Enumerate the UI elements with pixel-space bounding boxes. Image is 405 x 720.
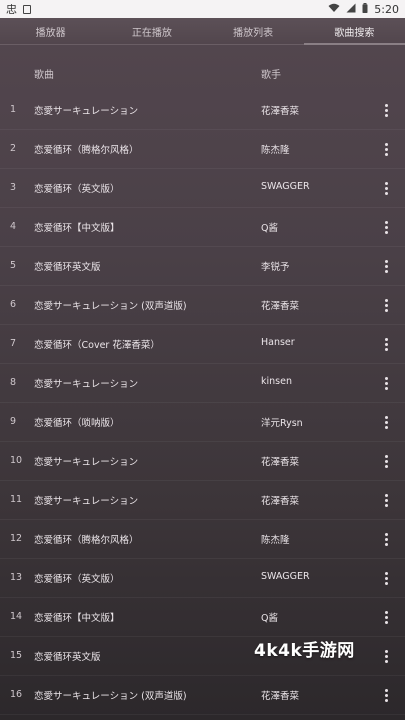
song-title: 恋愛サーキュレーション: [34, 457, 139, 468]
status-bar: 忠 5:20: [0, 0, 405, 18]
song-row[interactable]: 8 恋愛サーキュレーション kinsen: [0, 364, 405, 403]
song-row[interactable]: 16 恋愛サーキュレーション (双声道版) 花澤香菜: [0, 676, 405, 715]
song-title: 恋愛サーキュレーション: [34, 496, 139, 507]
song-index: 3: [10, 182, 17, 193]
more-options-icon[interactable]: [378, 140, 394, 158]
more-options-icon[interactable]: [378, 491, 394, 509]
song-artist: kinsen: [261, 376, 292, 387]
tab-player[interactable]: 播放器: [0, 18, 101, 44]
signal-icon: [346, 3, 356, 15]
song-row[interactable]: 12 恋爱循环（腾格尔风格） 陈杰隆: [0, 520, 405, 559]
song-index: 16: [10, 689, 23, 700]
song-title: 恋愛サーキュレーション (双声道版): [34, 301, 187, 312]
app-notification-icon: 忠: [6, 2, 17, 16]
song-title: 恋爱循环（腾格尔风格）: [34, 535, 139, 546]
more-options-icon[interactable]: [378, 452, 394, 470]
song-row[interactable]: 11 恋愛サーキュレーション 花澤香菜: [0, 481, 405, 520]
song-row[interactable]: 3 恋爱循环（英文版） SWAGGER: [0, 169, 405, 208]
song-title: 恋爱循环（英文版）: [34, 574, 120, 585]
more-options-icon[interactable]: [378, 257, 394, 275]
song-row[interactable]: 2 恋爱循环（腾格尔风格） 陈杰隆: [0, 130, 405, 169]
song-index: 15: [10, 650, 23, 661]
watermark-text: 4k4k手游网: [254, 641, 355, 661]
song-row[interactable]: 9 恋爱循环（唢呐版） 洋元Rysn: [0, 403, 405, 442]
song-index: 8: [10, 377, 17, 388]
song-artist: SWAGGER: [261, 181, 310, 192]
song-index: 1: [10, 104, 17, 115]
song-artist: Q酱: [261, 613, 278, 624]
song-artist: 花澤香菜: [261, 496, 300, 507]
song-artist: 陈杰隆: [261, 535, 290, 546]
song-index: 14: [10, 611, 23, 622]
song-row[interactable]: 1 恋愛サーキュレーション 花澤香菜: [0, 91, 405, 130]
song-row[interactable]: 6 恋愛サーキュレーション (双声道版) 花澤香菜: [0, 286, 405, 325]
battery-icon: [362, 3, 368, 15]
more-options-icon[interactable]: [378, 179, 394, 197]
list-header: 歌曲 歌手: [0, 62, 405, 82]
more-options-icon[interactable]: [378, 101, 394, 119]
song-index: 12: [10, 533, 23, 544]
song-index: 9: [10, 416, 17, 427]
song-index: 10: [10, 455, 23, 466]
more-options-icon[interactable]: [378, 413, 394, 431]
song-index: 6: [10, 299, 17, 310]
more-options-icon[interactable]: [378, 647, 394, 665]
song-title: 恋愛サーキュレーション (双声道版): [34, 691, 187, 702]
header-artist: 歌手: [261, 70, 281, 81]
wifi-icon: [328, 3, 340, 15]
tab-song-search[interactable]: 歌曲搜索: [303, 18, 405, 45]
song-title: 恋爱循环（腾格尔风格）: [34, 145, 139, 156]
more-options-icon[interactable]: [378, 335, 394, 353]
more-options-icon[interactable]: [378, 608, 394, 626]
notification-box-icon: [23, 4, 31, 14]
song-title: 恋爱循环【中文版】: [34, 223, 120, 234]
more-options-icon[interactable]: [378, 569, 394, 587]
song-title: 恋爱循环（Cover 花澤香菜）: [34, 340, 160, 351]
tab-now-playing[interactable]: 正在播放: [101, 18, 202, 44]
more-options-icon[interactable]: [378, 530, 394, 548]
song-title: 恋爱循环（英文版）: [34, 184, 120, 195]
song-index: 5: [10, 260, 17, 271]
song-artist: 陈杰隆: [261, 145, 290, 156]
more-options-icon[interactable]: [378, 296, 394, 314]
song-artist: 花澤香菜: [261, 457, 300, 468]
song-row[interactable]: 7 恋爱循环（Cover 花澤香菜） Hanser: [0, 325, 405, 364]
song-list: 1 恋愛サーキュレーション 花澤香菜 2 恋爱循环（腾格尔风格） 陈杰隆 3 恋爱循环（英文版…: [0, 91, 405, 715]
song-artist: Q酱: [261, 223, 278, 234]
song-title: 恋爱循环英文版: [34, 652, 101, 663]
status-left: 忠: [6, 4, 31, 15]
more-options-icon[interactable]: [378, 218, 394, 236]
tab-playlist[interactable]: 播放列表: [203, 18, 304, 44]
song-index: 7: [10, 338, 17, 349]
song-title: 恋爱循环英文版: [34, 262, 101, 273]
song-row[interactable]: 10 恋愛サーキュレーション 花澤香菜: [0, 442, 405, 481]
song-artist: 花澤香菜: [261, 691, 300, 702]
more-options-icon[interactable]: [378, 686, 394, 704]
song-row[interactable]: 4 恋爱循环【中文版】 Q酱: [0, 208, 405, 247]
song-artist: 李锐予: [261, 262, 290, 273]
song-title: 恋愛サーキュレーション: [34, 379, 139, 390]
tab-bar: 播放器 正在播放 播放列表 歌曲搜索: [0, 18, 405, 45]
song-row[interactable]: 14 恋爱循环【中文版】 Q酱: [0, 598, 405, 637]
status-right: 5:20: [328, 3, 399, 16]
song-index: 2: [10, 143, 17, 154]
song-title: 恋爱循环（唢呐版）: [34, 418, 120, 429]
header-song: 歌曲: [34, 70, 54, 81]
song-artist: 花澤香菜: [261, 301, 300, 312]
song-row[interactable]: 5 恋爱循环英文版 李锐予: [0, 247, 405, 286]
song-artist: Hanser: [261, 337, 295, 348]
song-title: 恋愛サーキュレーション: [34, 106, 139, 117]
song-artist: SWAGGER: [261, 571, 310, 582]
song-index: 11: [10, 494, 23, 505]
clock-time: 5:20: [374, 2, 399, 16]
more-options-icon[interactable]: [378, 374, 394, 392]
song-artist: 花澤香菜: [261, 106, 300, 117]
song-index: 13: [10, 572, 23, 583]
song-title: 恋爱循环【中文版】: [34, 613, 120, 624]
song-artist: 洋元Rysn: [261, 418, 303, 429]
song-row[interactable]: 13 恋爱循环（英文版） SWAGGER: [0, 559, 405, 598]
song-index: 4: [10, 221, 17, 232]
